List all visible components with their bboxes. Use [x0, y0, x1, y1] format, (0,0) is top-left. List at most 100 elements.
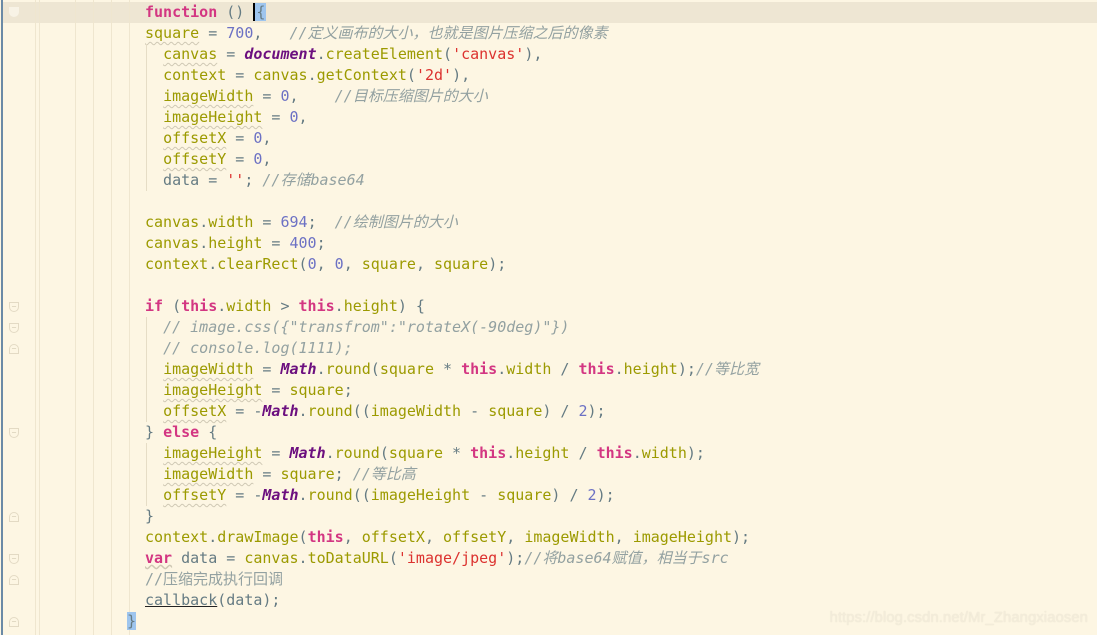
code-line[interactable]: context.drawImage(this, offsetX, offsetY…: [0, 527, 1097, 548]
punctuation-token: ,: [298, 108, 308, 126]
punctuation-token: [145, 360, 163, 378]
punctuation-token: (: [298, 528, 308, 546]
punctuation-token: =: [262, 444, 290, 462]
code-line[interactable]: // image.css({"transfrom":"rotateX(-90de…: [0, 317, 1097, 338]
variable-token: imageWidth: [163, 87, 254, 105]
comment-token: //存储base64: [262, 171, 365, 189]
code-line[interactable]: imageWidth = 0, //目标压缩图片的大小: [0, 86, 1097, 107]
punctuation-token: =: [226, 66, 254, 84]
punctuation-token: .: [199, 213, 209, 231]
keyword-token: this: [596, 444, 633, 462]
punctuation-token: (: [406, 66, 416, 84]
code-content[interactable]: function () {square = 700, //定义画布的大小，也就是…: [0, 2, 1097, 632]
code-line[interactable]: imageWidth = Math.round(square * this.wi…: [0, 359, 1097, 380]
variable-token: width: [506, 360, 552, 378]
global-object-token: document: [244, 45, 317, 63]
variable-token: canvas: [163, 45, 218, 63]
keyword-token: this: [298, 297, 335, 315]
code-line[interactable]: imageHeight = 0,: [0, 107, 1097, 128]
code-line[interactable]: canvas.width = 694; //绘制图片的大小: [0, 212, 1097, 233]
code-line[interactable]: imageHeight = square;: [0, 380, 1097, 401]
comment-token: //将base64赋值，相当于src: [524, 549, 729, 567]
code-editor[interactable]: − − − − − − − − function () {square = 70…: [0, 0, 1097, 635]
variable-token: canvas: [253, 66, 308, 84]
code-line[interactable]: square = 700, //定义画布的大小，也就是图片压缩之后的像素: [0, 23, 1097, 44]
punctuation-token: );: [596, 486, 615, 504]
punctuation-token: =: [253, 213, 281, 231]
code-line[interactable]: data = ''; //存储base64: [0, 170, 1097, 191]
code-line[interactable]: //压缩完成执行回调: [0, 569, 1097, 590]
punctuation-token: [145, 87, 163, 105]
variable-token: square: [497, 486, 552, 504]
code-line[interactable]: imageHeight = Math.round(square * this.h…: [0, 443, 1097, 464]
punctuation-token: .: [632, 444, 642, 462]
string-token: 'canvas': [452, 45, 525, 63]
code-line[interactable]: [0, 191, 1097, 212]
code-line[interactable]: callback(data);: [0, 590, 1097, 611]
variable-token: square: [289, 381, 344, 399]
punctuation-token: *: [443, 444, 471, 462]
code-line[interactable]: function () {: [0, 2, 1097, 23]
method-token: round: [307, 402, 353, 420]
punctuation-token: [145, 465, 163, 483]
code-line[interactable]: canvas = document.createElement('canvas'…: [0, 44, 1097, 65]
punctuation-token: -: [461, 402, 489, 420]
code-line[interactable]: offsetY = -Math.round((imageHeight - squ…: [0, 485, 1097, 506]
variable-token: height: [623, 360, 678, 378]
code-line[interactable]: var data = canvas.toDataURL('image/jpeg'…: [0, 548, 1097, 569]
punctuation-token: data =: [172, 549, 245, 567]
punctuation-token: {: [199, 423, 218, 441]
punctuation-token: ,: [614, 528, 633, 546]
punctuation-token: .: [325, 444, 335, 462]
code-line[interactable]: } else {: [0, 422, 1097, 443]
variable-token: square: [488, 402, 543, 420]
string-token: '': [226, 171, 245, 189]
number-token: 2: [587, 486, 597, 504]
code-line[interactable]: // console.log(1111);: [0, 338, 1097, 359]
punctuation-token: (: [388, 549, 398, 567]
variable-token: imageWidth: [370, 402, 462, 420]
keyword-token: this: [461, 360, 498, 378]
punctuation-token: .: [506, 444, 516, 462]
variable-token: context: [145, 528, 209, 546]
global-object-token: Math: [280, 360, 317, 378]
variable-token: offsetY: [443, 528, 507, 546]
code-line[interactable]: offsetX = 0,: [0, 128, 1097, 149]
punctuation-token: (data);: [217, 591, 281, 609]
code-line[interactable]: [0, 275, 1097, 296]
punctuation-token: [145, 108, 163, 126]
watermark: https://blog.csdn.net/Mr_Zhangxiaosen: [829, 609, 1089, 626]
number-token: 0: [280, 87, 290, 105]
comment-token: //绘制图片的大小: [334, 213, 458, 231]
method-token: drawImage: [217, 528, 299, 546]
punctuation-token: [145, 318, 163, 336]
block-indent-guide: [146, 317, 147, 422]
code-line[interactable]: offsetY = 0,: [0, 149, 1097, 170]
code-line[interactable]: context = canvas.getContext('2d'),: [0, 65, 1097, 86]
punctuation-token: ) /: [551, 486, 588, 504]
variable-token: height: [343, 297, 398, 315]
punctuation-token: [145, 486, 163, 504]
punctuation-token: (): [217, 3, 254, 21]
punctuation-token: *: [434, 360, 462, 378]
method-token: clearRect: [217, 255, 299, 273]
code-line[interactable]: }: [0, 506, 1097, 527]
code-line[interactable]: context.clearRect(0, 0, square, square);: [0, 254, 1097, 275]
punctuation-token: [145, 66, 163, 84]
code-line[interactable]: imageWidth = square; //等比高: [0, 464, 1097, 485]
variable-token: canvas: [145, 213, 200, 231]
variable-token: imageWidth: [163, 465, 254, 483]
code-line[interactable]: canvas.height = 400;: [0, 233, 1097, 254]
punctuation-token: ),: [452, 66, 471, 84]
number-token: 400: [289, 234, 317, 252]
variable-token: square: [145, 24, 200, 42]
punctuation-token: ,: [506, 528, 525, 546]
variable-token: imageHeight: [163, 444, 263, 462]
code-line[interactable]: if (this.width > this.height) {: [0, 296, 1097, 317]
punctuation-token: (: [298, 255, 308, 273]
code-line[interactable]: offsetX = -Math.round((imageWidth - squa…: [0, 401, 1097, 422]
punctuation-token: /: [569, 444, 597, 462]
punctuation-token: ,: [415, 255, 434, 273]
punctuation-token: );: [488, 255, 507, 273]
punctuation-token: .: [199, 234, 209, 252]
